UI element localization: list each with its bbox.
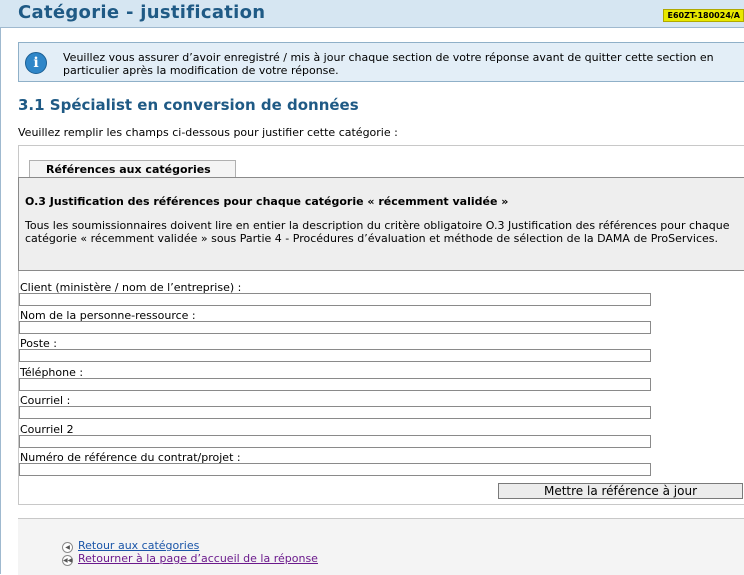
panel-title: O.3 Justification des références pour ch… — [25, 195, 509, 208]
info-icon: i — [25, 52, 47, 74]
back-to-response-home-link[interactable]: Retourner à la page d’accueil de la répo… — [78, 552, 318, 565]
info-notice: i Veuillez vous assurer d’avoir enregist… — [18, 42, 744, 82]
update-reference-button[interactable]: Mettre la référence à jour — [498, 483, 743, 499]
client-input[interactable] — [19, 293, 651, 306]
footer-nav: ◀ Retour aux catégories ◀◀ Retourner à la … — [18, 518, 744, 575]
page-left-border — [0, 0, 1, 574]
page-title: Catégorie - justification — [18, 2, 266, 23]
page-header: Catégorie - justification E60ZT-180024/A — [0, 0, 744, 28]
contact-name-input[interactable] — [19, 321, 651, 334]
phone-input[interactable] — [19, 378, 651, 391]
back-to-categories-link[interactable]: Retour aux catégories — [78, 539, 199, 552]
panel-description: Tous les soumissionnaires doivent lire e… — [25, 219, 730, 245]
email-input[interactable] — [19, 406, 651, 419]
justification-panel: O.3 Justification des références pour ch… — [18, 177, 744, 271]
back-to-home-item: ◀◀ Retourner à la page d’accueil de la ré… — [62, 552, 318, 566]
double-back-arrow-icon: ◀◀ — [62, 555, 73, 566]
contract-reference-input[interactable] — [19, 463, 651, 476]
section-title: 3.1 Spécialist en conversion de données — [18, 96, 359, 114]
email-2-input[interactable] — [19, 435, 651, 448]
section-instruction: Veuillez remplir les champs ci-dessous p… — [18, 126, 398, 139]
info-notice-text: Veuillez vous assurer d’avoir enregistré… — [63, 51, 714, 77]
back-to-categories-item: ◀ Retour aux catégories — [62, 539, 199, 553]
solicitation-number-badge: E60ZT-180024/A — [663, 9, 744, 22]
position-input[interactable] — [19, 349, 651, 362]
